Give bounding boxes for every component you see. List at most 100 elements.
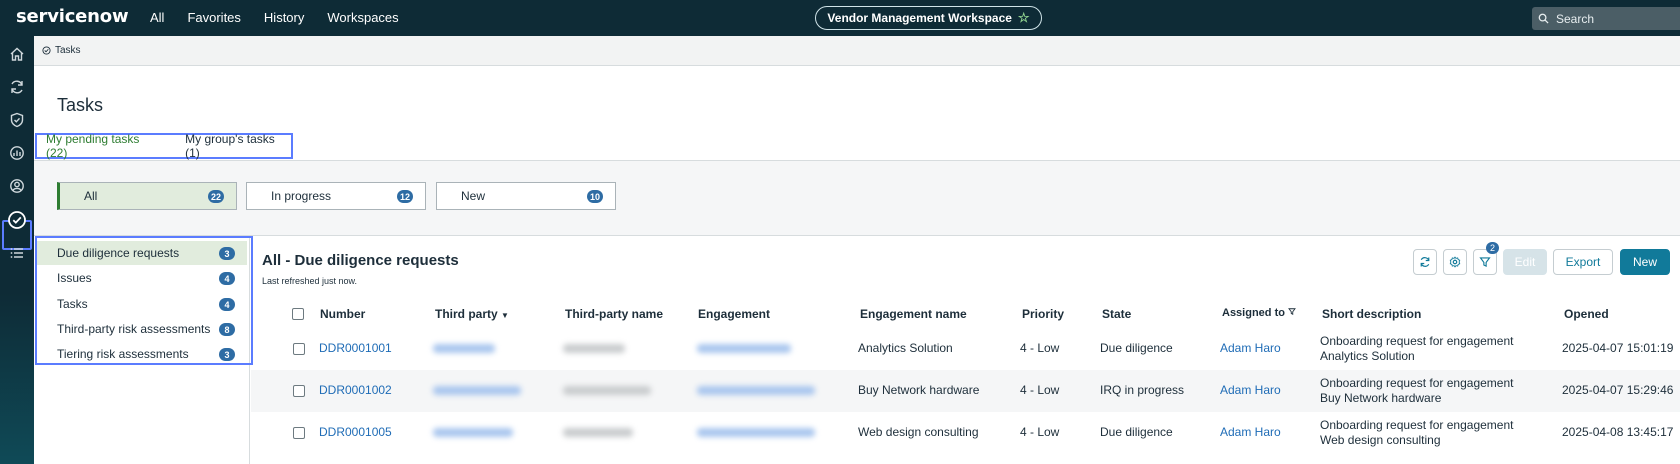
search-placeholder: Search bbox=[1556, 11, 1595, 26]
col-third-party-label: Third party bbox=[435, 307, 498, 321]
page-title: Tasks bbox=[57, 95, 104, 115]
row-description-line: Onboarding request for engagement bbox=[1320, 418, 1514, 432]
list-title: All - Due diligence requests bbox=[262, 252, 459, 269]
row-short-description: Onboarding request for engagement Buy Ne… bbox=[1320, 376, 1513, 406]
nav-favorites[interactable]: Favorites bbox=[187, 10, 240, 25]
filter-all[interactable]: All 22 bbox=[57, 182, 237, 210]
col-state[interactable]: State bbox=[1102, 307, 1131, 321]
row-checkbox[interactable] bbox=[293, 343, 305, 355]
filter-new-count: 10 bbox=[586, 190, 603, 203]
filter-in-progress[interactable]: In progress 12 bbox=[246, 182, 426, 210]
refresh-icon bbox=[1420, 257, 1430, 267]
redacted-third-party[interactable] bbox=[433, 344, 495, 353]
tab-my-pending-tasks[interactable]: My pending tasks (22) bbox=[46, 132, 162, 160]
servicenow-logo[interactable]: servicenow bbox=[16, 6, 129, 27]
shield-check-icon[interactable] bbox=[6, 109, 28, 131]
row-description-line: Onboarding request for engagement bbox=[1320, 376, 1514, 390]
filter-new[interactable]: New 10 bbox=[436, 182, 616, 210]
table-row[interactable]: DDR0001002 Buy Network hardware 4 - Low … bbox=[251, 370, 1680, 412]
gear-icon bbox=[1449, 256, 1461, 268]
row-engagement-name: Web design consulting bbox=[858, 425, 979, 439]
refresh-cycle-icon[interactable] bbox=[6, 76, 28, 98]
row-opened: 2025-04-07 15:29:46 bbox=[1562, 383, 1674, 397]
col-third-party-name[interactable]: Third-party name bbox=[565, 307, 663, 321]
filter-in-progress-count: 12 bbox=[396, 190, 413, 203]
filter-icon bbox=[1479, 257, 1491, 268]
refresh-button[interactable] bbox=[1413, 249, 1437, 275]
row-engagement-name: Analytics Solution bbox=[858, 341, 953, 355]
redacted-engagement[interactable] bbox=[697, 428, 815, 437]
col-assigned-to[interactable]: Assigned to bbox=[1222, 307, 1296, 319]
redacted-engagement[interactable] bbox=[697, 386, 815, 395]
table-row[interactable]: DDR0001005 Web design consulting 4 - Low… bbox=[251, 412, 1680, 454]
main-nav: All Favorites History Workspaces bbox=[150, 10, 399, 25]
tab-my-groups-tasks[interactable]: My group's tasks (1) bbox=[185, 132, 291, 160]
breadcrumb-tasks[interactable]: Tasks bbox=[55, 45, 81, 56]
new-button[interactable]: New bbox=[1620, 249, 1670, 275]
row-state: Due diligence bbox=[1100, 425, 1173, 439]
row-checkbox[interactable] bbox=[293, 427, 305, 439]
task-tabs: My pending tasks (22) My group's tasks (… bbox=[35, 132, 293, 160]
export-button[interactable]: Export bbox=[1553, 249, 1613, 275]
row-short-description: Onboarding request for engagement Analyt… bbox=[1320, 334, 1513, 364]
breadcrumb: Tasks bbox=[34, 36, 1680, 66]
search-icon bbox=[1538, 13, 1549, 24]
workspace-title: Vendor Management Workspace bbox=[827, 11, 1012, 25]
workspace-title-pill[interactable]: Vendor Management Workspace ☆ bbox=[815, 6, 1042, 30]
redacted-third-party-name bbox=[563, 386, 651, 395]
tasks-check-icon[interactable] bbox=[6, 209, 28, 231]
home-icon[interactable] bbox=[6, 43, 28, 65]
col-short-description[interactable]: Short description bbox=[1322, 307, 1421, 321]
col-assigned-to-label: Assigned to bbox=[1222, 307, 1285, 319]
col-number[interactable]: Number bbox=[320, 307, 365, 321]
sort-desc-icon: ▼ bbox=[501, 311, 509, 320]
col-third-party[interactable]: Third party ▼ bbox=[435, 307, 509, 321]
nav-all[interactable]: All bbox=[150, 10, 164, 25]
nav-history[interactable]: History bbox=[264, 10, 304, 25]
row-description-line: Onboarding request for engagement bbox=[1320, 334, 1514, 348]
row-state: IRQ in progress bbox=[1100, 383, 1185, 397]
breadcrumb-check-icon bbox=[42, 46, 51, 55]
redacted-engagement[interactable] bbox=[697, 344, 791, 353]
row-number-link[interactable]: DDR0001001 bbox=[319, 341, 392, 356]
row-assigned-to-link[interactable]: Adam Haro bbox=[1220, 425, 1281, 440]
filter-all-count: 22 bbox=[207, 190, 224, 203]
nav-workspaces[interactable]: Workspaces bbox=[327, 10, 398, 25]
edit-button[interactable]: Edit bbox=[1503, 249, 1547, 275]
row-state: Due diligence bbox=[1100, 341, 1173, 355]
row-engagement-name: Buy Network hardware bbox=[858, 383, 980, 397]
row-checkbox[interactable] bbox=[293, 385, 305, 397]
column-filter-icon bbox=[1288, 308, 1296, 315]
select-all-checkbox[interactable] bbox=[292, 308, 304, 320]
user-circle-icon[interactable] bbox=[6, 175, 28, 197]
row-number-link[interactable]: DDR0001002 bbox=[319, 383, 392, 398]
col-engagement[interactable]: Engagement bbox=[698, 307, 770, 321]
list-selection-highlight bbox=[35, 236, 253, 365]
filter-new-label: New bbox=[461, 189, 486, 203]
row-assigned-to-link[interactable]: Adam Haro bbox=[1220, 341, 1281, 356]
settings-button[interactable] bbox=[1443, 249, 1467, 275]
favorite-star-icon[interactable]: ☆ bbox=[1018, 10, 1030, 26]
top-navigation-bar: servicenow All Favorites History Workspa… bbox=[0, 0, 1680, 36]
row-priority: 4 - Low bbox=[1020, 425, 1060, 439]
list-icon[interactable] bbox=[6, 242, 28, 264]
analytics-icon[interactable] bbox=[6, 142, 28, 164]
filter-in-progress-label: In progress bbox=[271, 189, 332, 203]
redacted-third-party[interactable] bbox=[433, 428, 513, 437]
filter-all-label: All bbox=[84, 189, 98, 203]
table-row[interactable]: DDR0001001 Analytics Solution 4 - Low Du… bbox=[251, 328, 1680, 370]
row-assigned-to-link[interactable]: Adam Haro bbox=[1220, 383, 1281, 398]
col-priority[interactable]: Priority bbox=[1022, 307, 1064, 321]
row-description-line: Analytics Solution bbox=[1320, 349, 1415, 363]
redacted-third-party[interactable] bbox=[433, 386, 521, 395]
col-engagement-name[interactable]: Engagement name bbox=[860, 307, 967, 321]
row-opened: 2025-04-07 15:01:19 bbox=[1562, 341, 1674, 355]
redacted-third-party-name bbox=[563, 344, 625, 353]
row-priority: 4 - Low bbox=[1020, 383, 1060, 397]
global-search[interactable]: Search bbox=[1532, 7, 1680, 30]
row-priority: 4 - Low bbox=[1020, 341, 1060, 355]
col-opened[interactable]: Opened bbox=[1564, 307, 1609, 321]
redacted-third-party-name bbox=[563, 428, 633, 437]
filter-count-badge: 2 bbox=[1486, 242, 1499, 254]
row-number-link[interactable]: DDR0001005 bbox=[319, 425, 392, 440]
